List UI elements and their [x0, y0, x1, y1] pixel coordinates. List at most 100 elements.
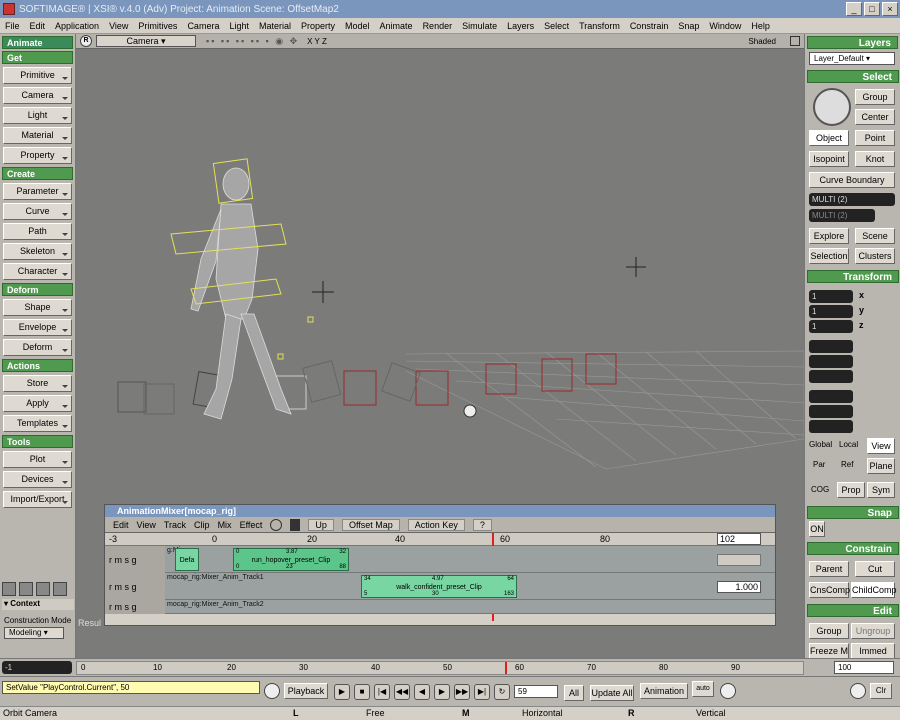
menu-snap[interactable]: Snap: [673, 21, 704, 31]
section-get[interactable]: Get: [2, 51, 73, 64]
menu-material[interactable]: Material: [254, 21, 296, 31]
rotate-x-field[interactable]: [809, 340, 853, 353]
grid-icon[interactable]: [2, 582, 16, 596]
up-button[interactable]: Up: [308, 518, 334, 531]
next-frame-icon[interactable]: ▶: [434, 684, 450, 700]
envelope-button[interactable]: Envelope: [3, 319, 72, 336]
cnscomp-button[interactable]: CnsComp: [809, 582, 850, 598]
clip[interactable]: Defa: [175, 548, 199, 571]
rotate-y-field[interactable]: [809, 355, 853, 368]
last-frame-icon[interactable]: ▶|: [474, 684, 490, 700]
childcomp-button[interactable]: ChildComp: [851, 582, 897, 598]
transform-header[interactable]: Transform: [807, 270, 899, 283]
menu-camera[interactable]: Camera: [182, 21, 224, 31]
point-button[interactable]: Point: [855, 130, 895, 146]
translate-z-field[interactable]: [809, 420, 853, 433]
scale-y-field[interactable]: 1: [809, 305, 853, 318]
maximize-viewport-icon[interactable]: [790, 36, 800, 46]
brush-icon[interactable]: [36, 582, 50, 596]
ref-button[interactable]: Ref: [841, 460, 853, 469]
track-controls[interactable]: r m s g: [105, 546, 165, 573]
parent-button[interactable]: Parent: [809, 561, 849, 577]
character-button[interactable]: Character: [3, 263, 72, 280]
parameter-button[interactable]: Parameter: [3, 183, 72, 200]
menu-light[interactable]: Light: [224, 21, 254, 31]
loop-icon[interactable]: ↻: [494, 684, 510, 700]
property-button[interactable]: Property: [3, 147, 72, 164]
offset-map-button[interactable]: Offset Map: [341, 518, 400, 531]
viewport-icons[interactable]: ▪▪ ▪▪ ▪▪ ▪▪ ▪ ◉ ✥: [206, 36, 299, 47]
maximize-button[interactable]: □: [864, 2, 880, 16]
module-title[interactable]: Animate: [2, 36, 73, 49]
section-tools[interactable]: Tools: [2, 435, 73, 448]
explore-button[interactable]: Explore: [809, 228, 849, 244]
menu-view[interactable]: View: [104, 21, 133, 31]
timeline-playhead[interactable]: [505, 662, 507, 674]
apply-button[interactable]: Apply: [3, 395, 72, 412]
prop-button[interactable]: Prop: [837, 482, 865, 498]
center-button[interactable]: Center: [855, 109, 895, 125]
script-editor-icon[interactable]: [264, 683, 280, 699]
mixer-track[interactable]: r m s g g:Mixer_ Defa 0 3.87 32 run_hopo…: [105, 546, 775, 573]
clip[interactable]: 34 4.97 64 walk_confident_preset_Clip 5 …: [361, 575, 517, 598]
clear-key-icon[interactable]: [850, 683, 866, 699]
key-icon[interactable]: [720, 683, 736, 699]
script-command-field[interactable]: SetValue "PlayControl.Current", 50: [2, 681, 260, 694]
minimize-button[interactable]: _: [846, 2, 862, 16]
lock-icon[interactable]: [290, 518, 301, 531]
templates-button[interactable]: Templates: [3, 415, 72, 432]
menu-layers[interactable]: Layers: [502, 21, 539, 31]
context-header[interactable]: ▾ Context: [2, 599, 74, 610]
mixer-track[interactable]: r m s g mocap_rig:Mixer_Anim_Track2: [105, 600, 775, 614]
menu-select[interactable]: Select: [539, 21, 574, 31]
isopoint-button[interactable]: Isopoint: [809, 151, 849, 167]
global-button[interactable]: Global: [809, 440, 832, 449]
plot-button[interactable]: Plot: [3, 451, 72, 468]
import-export-button[interactable]: Import/Export: [3, 491, 72, 508]
menu-application[interactable]: Application: [50, 21, 104, 31]
viewport[interactable]: R Camera ▾ ▪▪ ▪▪ ▪▪ ▪▪ ▪ ◉ ✥ X Y Z Shade…: [76, 34, 804, 658]
mixer-ruler[interactable]: -3 0 20 40 60 80 102: [105, 533, 775, 621]
object-button[interactable]: Object: [809, 130, 849, 146]
clusters-button[interactable]: Clusters: [855, 248, 895, 264]
group-button[interactable]: Group: [855, 89, 895, 105]
skeleton-button[interactable]: Skeleton: [3, 243, 72, 260]
camera-button[interactable]: Camera: [3, 87, 72, 104]
prev-key-icon[interactable]: ◀◀: [394, 684, 410, 700]
mixer-menu-effect[interactable]: Effect: [240, 520, 263, 530]
cut-button[interactable]: Cut: [855, 561, 895, 577]
snap-on-button[interactable]: ON: [809, 521, 825, 537]
mixer-menu-view[interactable]: View: [137, 520, 156, 530]
section-deform[interactable]: Deform: [2, 283, 73, 296]
clr-button[interactable]: Clr: [870, 683, 892, 699]
mixer-menu-mix[interactable]: Mix: [218, 520, 232, 530]
store-button[interactable]: Store: [3, 375, 72, 392]
timeline-track[interactable]: 0 10 20 30 40 50 60 70 80 90: [76, 661, 804, 675]
timeline[interactable]: -1 0 10 20 30 40 50 60 70 80 90 100: [0, 658, 900, 676]
section-actions[interactable]: Actions: [2, 359, 73, 372]
curve-boundary-button[interactable]: Curve Boundary: [809, 172, 895, 188]
selection-multi-secondary[interactable]: MULTI (2): [809, 209, 875, 222]
timeline-end[interactable]: 100: [834, 661, 894, 674]
group-edit-button[interactable]: Group: [809, 623, 849, 639]
section-create[interactable]: Create: [2, 167, 73, 180]
par-button[interactable]: Par: [813, 460, 825, 469]
devices-button[interactable]: Devices: [3, 471, 72, 488]
current-frame-field[interactable]: 59: [514, 685, 558, 698]
immed-button[interactable]: Immed: [851, 643, 895, 659]
stop-icon[interactable]: ■: [354, 684, 370, 700]
menu-simulate[interactable]: Simulate: [457, 21, 502, 31]
help-button[interactable]: ?: [472, 518, 492, 531]
menu-primitives[interactable]: Primitives: [133, 21, 182, 31]
animation-button[interactable]: Animation: [640, 683, 688, 699]
playback-button[interactable]: Playback: [284, 683, 328, 699]
scale-x-field[interactable]: 1: [809, 290, 853, 303]
menu-window[interactable]: Window: [704, 21, 746, 31]
bone-icon[interactable]: [19, 582, 33, 596]
select-arrow-icon[interactable]: [813, 88, 851, 126]
edit-header[interactable]: Edit: [807, 604, 899, 617]
scale-z-field[interactable]: 1: [809, 320, 853, 333]
track-weight[interactable]: 1.000: [717, 581, 761, 593]
camera-select[interactable]: Camera ▾: [96, 35, 196, 47]
timeline-start[interactable]: -1: [2, 661, 72, 674]
